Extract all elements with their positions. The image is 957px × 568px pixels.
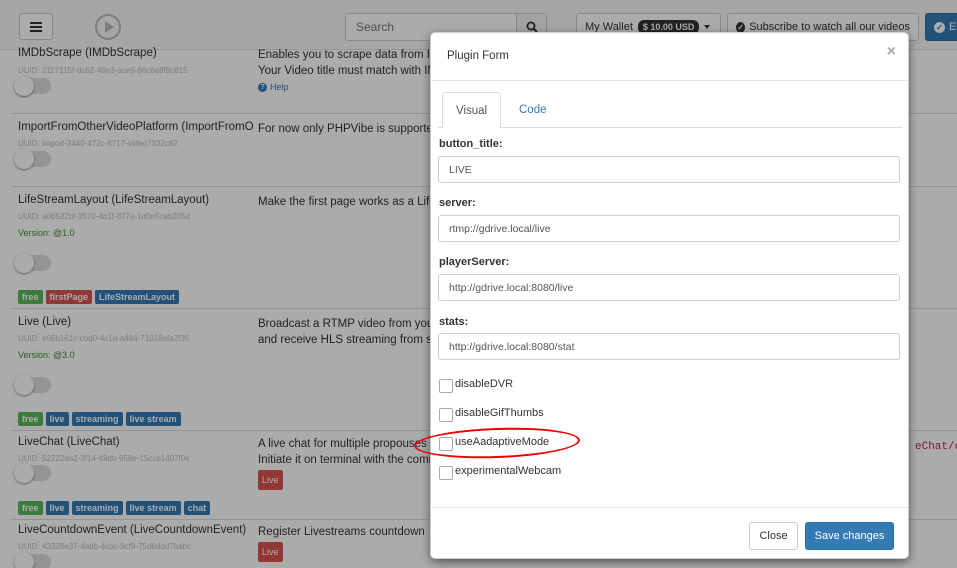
field-label-player-server: playerServer: bbox=[439, 256, 510, 268]
disable-gif-thumbs-checkbox[interactable] bbox=[439, 408, 453, 422]
modal-header: Plugin Form × bbox=[431, 33, 908, 81]
experimental-webcam-checkbox[interactable] bbox=[439, 466, 453, 480]
field-label-server: server: bbox=[439, 197, 476, 209]
tab-code[interactable]: Code bbox=[506, 92, 560, 128]
checkbox-row: disableGifThumbs bbox=[439, 404, 544, 422]
annotation-highlight bbox=[413, 425, 581, 461]
player-server-input[interactable] bbox=[438, 274, 900, 301]
checkbox-label: disableGifThumbs bbox=[455, 407, 544, 419]
checkbox-label: experimentalWebcam bbox=[455, 465, 562, 477]
button-title-input[interactable] bbox=[438, 156, 900, 183]
close-button[interactable]: Close bbox=[749, 522, 798, 550]
disable-dvr-checkbox[interactable] bbox=[439, 379, 453, 393]
field-label-stats: stats: bbox=[439, 316, 469, 328]
checkbox-row: experimentalWebcam bbox=[439, 462, 561, 480]
checkbox-row: disableDVR bbox=[439, 375, 513, 393]
tab-visual[interactable]: Visual bbox=[442, 92, 502, 129]
modal-tabs: Visual Code bbox=[438, 92, 902, 129]
close-icon[interactable]: × bbox=[887, 43, 896, 61]
stats-input[interactable] bbox=[438, 333, 900, 360]
plugin-form-modal: Plugin Form × Visual Code button_title: … bbox=[413, 32, 909, 560]
modal-footer: Close Save changes bbox=[431, 507, 908, 560]
field-label-button-title: button_title: bbox=[439, 138, 503, 150]
checkbox-label: disableDVR bbox=[455, 378, 514, 390]
server-input[interactable] bbox=[438, 215, 900, 242]
modal-title: Plugin Form bbox=[447, 50, 509, 62]
save-changes-button[interactable]: Save changes bbox=[805, 522, 894, 550]
